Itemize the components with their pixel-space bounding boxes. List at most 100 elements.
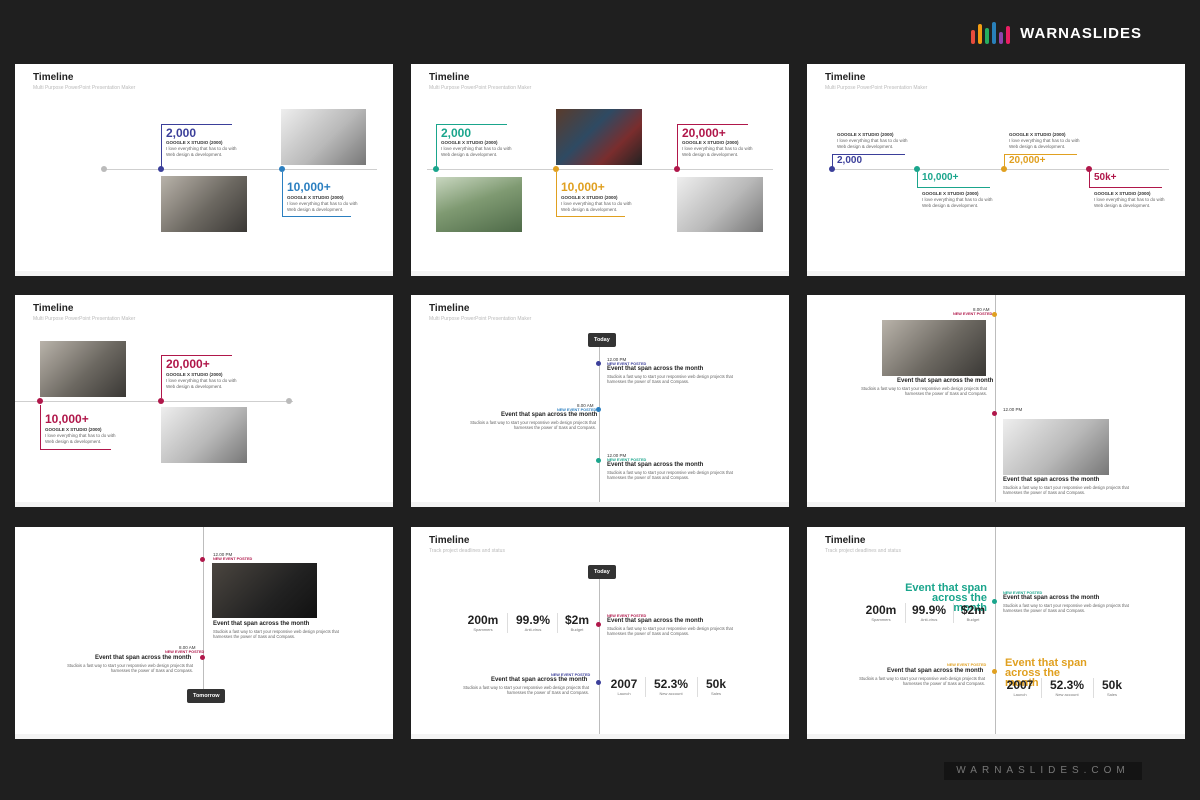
today-badge: Today: [588, 333, 616, 347]
stat-value: 52.3%: [653, 677, 689, 691]
slide-title: Timeline: [825, 535, 866, 546]
slide-title: Timeline: [429, 303, 470, 314]
desc: I love everything that has to do with We…: [1094, 197, 1165, 208]
studio-label: GOOGLE X STUDIO (2000): [441, 140, 498, 145]
desc: I love everything that has to do with We…: [45, 433, 116, 444]
stat-label: Anti-virus: [920, 617, 938, 622]
event-label: NEW EVENT POSTED: [953, 312, 993, 316]
event-title: Event that span across the month: [213, 621, 310, 627]
stat-value: 10,000+: [45, 412, 89, 426]
slide-6[interactable]: 8.00 AM NEW EVENT POSTED Event that span…: [807, 295, 1185, 507]
stat-value: $2m: [564, 613, 590, 627]
stat-label: Sales: [710, 691, 721, 696]
brand-logo: WARNASLIDES: [971, 22, 1142, 44]
photo-aerial: [436, 177, 522, 232]
stat-value: 50k: [705, 677, 727, 691]
slide-5[interactable]: Timeline Multi Purpose PowerPoint Presen…: [411, 295, 789, 507]
event-title: Event that span across the month: [491, 677, 588, 683]
slide-subtitle: Track project deadlines and status: [825, 548, 901, 554]
brand-bars-icon: [971, 22, 1011, 44]
stat-value: 50k: [1101, 678, 1123, 692]
desc: I love everything that has to do with We…: [837, 138, 908, 149]
stat-label: New account: [659, 691, 683, 696]
stat-value: 20,000+: [166, 357, 210, 371]
event-title: Event that span across the month: [897, 378, 994, 384]
event-desc: Studiois a fast way to start your respon…: [1003, 603, 1129, 613]
stat-value: 2007: [1006, 678, 1034, 692]
desc: I love everything that has to do with We…: [1009, 138, 1080, 149]
event-time: 12.00 PM: [1003, 407, 1023, 412]
stat-value: 2,000: [441, 126, 472, 140]
stat-value: 20,000+: [1009, 155, 1046, 166]
slide-subtitle: Multi Purpose PowerPoint Presentation Ma…: [429, 316, 532, 322]
stat-value: 99.9%: [515, 613, 551, 627]
stat-value: 52.3%: [1049, 678, 1085, 692]
event-desc: Studiois a fast way to start your respon…: [607, 626, 733, 636]
studio-label: GOOGLE X STUDIO (2000): [837, 132, 894, 137]
desc: I love everything that has to do with We…: [441, 146, 512, 157]
stat-value: 20,000+: [682, 126, 726, 140]
slide-subtitle: Multi Purpose PowerPoint Presentation Ma…: [825, 85, 928, 91]
studio-label: GOOGLE X STUDIO (2000): [682, 140, 739, 145]
event-desc: Studiois a fast way to start your respon…: [213, 629, 339, 639]
photo-people: [161, 176, 247, 232]
event-title: Event that span across the month: [1003, 595, 1100, 601]
stat-label: Launch: [617, 691, 631, 696]
photo-books: [556, 109, 642, 165]
slide-9[interactable]: Timeline Track project deadlines and sta…: [807, 527, 1185, 739]
stat-value: 2,000: [837, 155, 863, 166]
event-desc: Studiois a fast way to start your respon…: [861, 386, 987, 396]
event-title: Event that span across the month: [1003, 477, 1100, 483]
brand-name: WARNASLIDES: [1020, 24, 1142, 42]
event-title: Event that span across the month: [607, 366, 704, 372]
stat-label: Launch: [1013, 692, 1027, 697]
desc: I love everything that has to do with We…: [922, 197, 993, 208]
slide-1[interactable]: Timeline Multi Purpose PowerPoint Presen…: [15, 64, 393, 276]
slide-title: Timeline: [33, 72, 74, 83]
studio-label: GOOGLE X STUDIO (2000): [922, 191, 979, 196]
slide-subtitle: Multi Purpose PowerPoint Presentation Ma…: [33, 316, 136, 322]
stat-value: 50k+: [1094, 172, 1117, 183]
photo-tablet: [40, 341, 126, 397]
slide-title: Timeline: [429, 535, 470, 546]
event-label: NEW EVENT POSTED: [165, 650, 205, 654]
stat-value: 99.9%: [911, 603, 947, 617]
studio-label: GOOGLE X STUDIO (2000): [1009, 132, 1066, 137]
stat-label: Spammers: [871, 617, 891, 622]
event-title: Event that span across the month: [95, 655, 192, 661]
slide-3[interactable]: Timeline Multi Purpose PowerPoint Presen…: [807, 64, 1185, 276]
event-desc: Studiois a fast way to start your respon…: [67, 663, 193, 673]
slide-4[interactable]: Timeline Multi Purpose PowerPoint Presen…: [15, 295, 393, 507]
event-title: Event that span across the month: [607, 462, 704, 468]
photo-glasses: [677, 177, 763, 232]
event-desc: Studiois a fast way to start your respon…: [1003, 485, 1129, 495]
slide-2[interactable]: Timeline Multi Purpose PowerPoint Presen…: [411, 64, 789, 276]
slide-title: Timeline: [825, 72, 866, 83]
event-title: Event that span across the month: [887, 668, 984, 674]
slide-subtitle: Track project deadlines and status: [429, 548, 505, 554]
photo-desk: [281, 109, 366, 165]
stat-value: 10,000+: [922, 172, 959, 183]
event-desc: Studiois a fast way to start your respon…: [607, 470, 733, 480]
event-title: Event that span across the month: [501, 412, 598, 418]
stat-label: Spammers: [473, 627, 493, 632]
event-label: NEW EVENT POSTED: [213, 557, 253, 561]
photo-tablet: [882, 320, 986, 376]
desc: I love everything that has to do with We…: [682, 146, 753, 157]
stat-label: New account: [1055, 692, 1079, 697]
studio-label: GOOGLE X STUDIO (2000): [561, 195, 618, 200]
slide-title: Timeline: [429, 72, 470, 83]
bottom-brand: WARNASLIDES.COM: [944, 762, 1142, 780]
stat-value: 200m: [865, 603, 897, 617]
studio-label: GOOGLE X STUDIO (2000): [166, 372, 223, 377]
studio-label: GOOGLE X STUDIO (2000): [166, 140, 223, 145]
stat-value: 2,000: [166, 126, 197, 140]
event-desc: Studiois a fast way to start your respon…: [470, 420, 596, 430]
slide-7[interactable]: 12.00 PM NEW EVENT POSTED Event that spa…: [15, 527, 393, 739]
event-desc: Studiois a fast way to start your respon…: [859, 676, 985, 686]
slide-8[interactable]: Timeline Track project deadlines and sta…: [411, 527, 789, 739]
stat-label: Budget: [966, 617, 980, 622]
slide-title: Timeline: [33, 303, 74, 314]
stat-label: Budget: [570, 627, 584, 632]
tomorrow-badge: Tomorrow: [187, 689, 226, 703]
